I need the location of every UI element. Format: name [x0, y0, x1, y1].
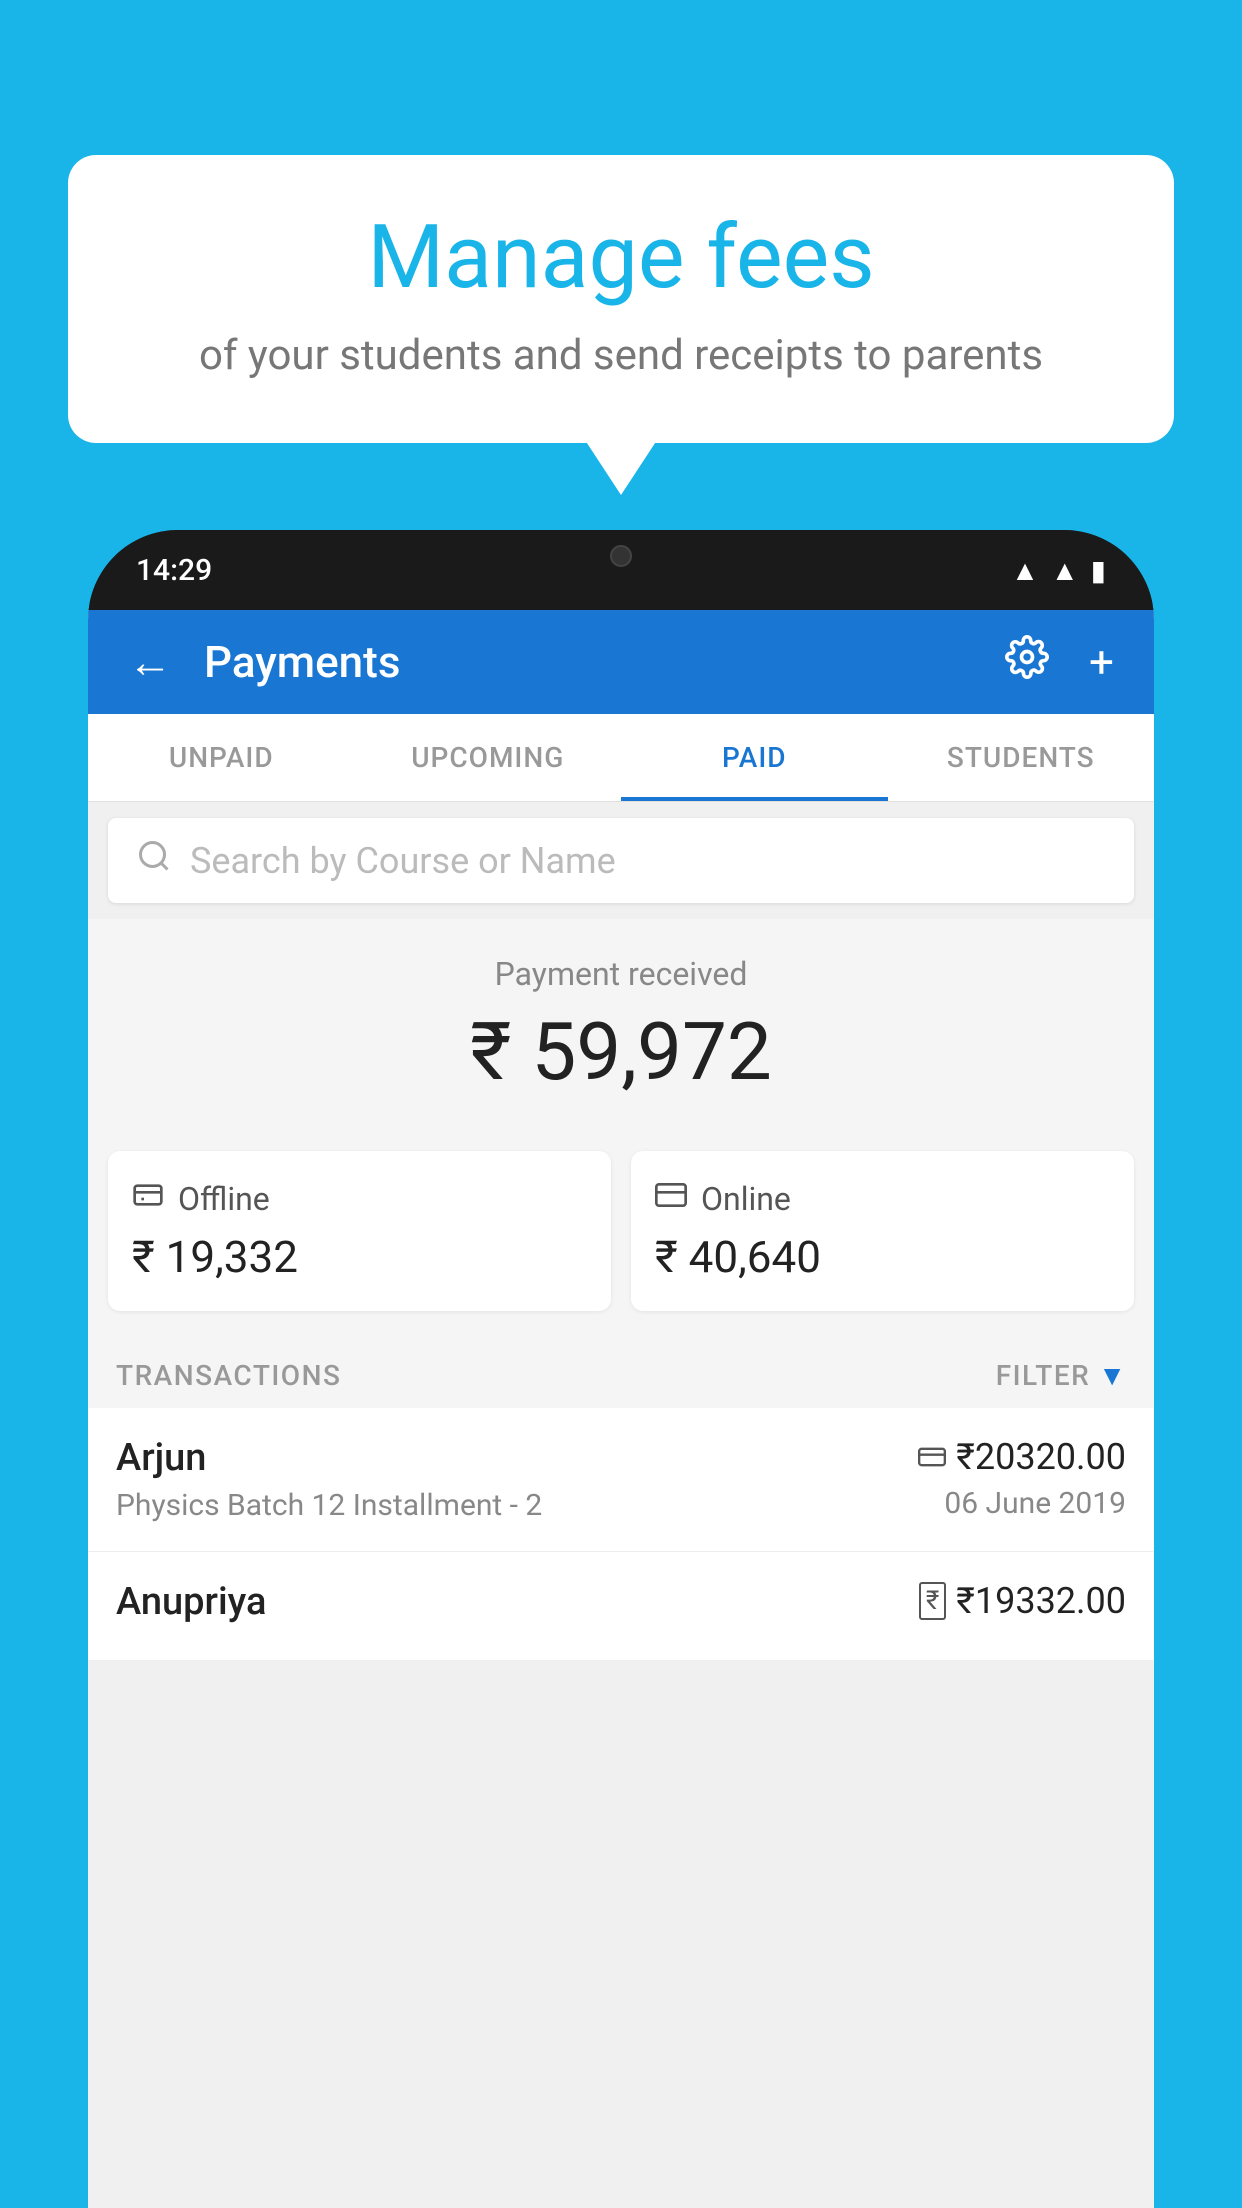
transaction-left: Anupriya — [116, 1580, 919, 1632]
battery-icon: ▮ — [1091, 554, 1106, 587]
speech-bubble-container: Manage fees of your students and send re… — [68, 155, 1174, 443]
tab-students[interactable]: STUDENTS — [888, 714, 1155, 801]
offline-payment-icon: ₹ — [919, 1582, 946, 1620]
online-icon — [655, 1179, 687, 1219]
transaction-detail: Physics Batch 12 Installment - 2 — [116, 1488, 918, 1523]
settings-button[interactable] — [997, 627, 1057, 698]
transactions-header: TRANSACTIONS FILTER ▼ — [88, 1335, 1154, 1408]
offline-label: Offline — [178, 1180, 270, 1218]
online-amount: ₹ 40,640 — [655, 1231, 1110, 1283]
offline-icon — [132, 1179, 164, 1219]
speech-bubble: Manage fees of your students and send re… — [68, 155, 1174, 443]
status-time: 14:29 — [136, 553, 212, 588]
tab-paid[interactable]: PAID — [621, 714, 888, 801]
online-card-header: Online — [655, 1179, 1110, 1219]
bubble-title: Manage fees — [128, 210, 1114, 307]
transaction-amount: ₹ ₹19332.00 — [919, 1580, 1126, 1622]
payment-type-icon — [918, 1441, 946, 1474]
offline-card: Offline ₹ 19,332 — [108, 1151, 611, 1311]
wifi-icon: ▲ — [1011, 554, 1039, 587]
transaction-date: 06 June 2019 — [918, 1486, 1126, 1521]
transaction-name: Arjun — [116, 1436, 918, 1480]
transaction-right: ₹20320.00 06 June 2019 — [918, 1436, 1126, 1521]
transaction-row[interactable]: Anupriya ₹ ₹19332.00 — [88, 1552, 1154, 1661]
tabs-container: UNPAID UPCOMING PAID STUDENTS — [88, 714, 1154, 802]
offline-amount: ₹ 19,332 — [132, 1231, 587, 1283]
payment-received-section: Payment received ₹ 59,972 — [88, 919, 1154, 1127]
search-placeholder: Search by Course or Name — [190, 840, 616, 882]
transaction-row[interactable]: Arjun Physics Batch 12 Installment - 2 ₹… — [88, 1408, 1154, 1552]
online-label: Online — [701, 1180, 791, 1218]
transaction-right: ₹ ₹19332.00 — [919, 1580, 1126, 1630]
app-title: Payments — [204, 636, 973, 688]
transaction-name: Anupriya — [116, 1580, 919, 1624]
online-card: Online ₹ 40,640 — [631, 1151, 1134, 1311]
tab-unpaid[interactable]: UNPAID — [88, 714, 355, 801]
payment-received-amount: ₹ 59,972 — [108, 1005, 1134, 1099]
back-button[interactable]: ← — [120, 628, 180, 696]
filter-label: FILTER — [996, 1359, 1091, 1392]
offline-card-header: Offline — [132, 1179, 587, 1219]
payment-received-label: Payment received — [108, 955, 1134, 993]
transaction-left: Arjun Physics Batch 12 Installment - 2 — [116, 1436, 918, 1523]
app-bar: ← Payments + — [88, 610, 1154, 714]
phone-screen: ← Payments + UNPAID UPCOMING PAID STU — [88, 610, 1154, 2208]
camera — [610, 545, 632, 567]
phone-notch — [541, 530, 701, 582]
status-icons: ▲ ▲ ▮ — [1011, 554, 1106, 587]
payment-cards-row: Offline ₹ 19,332 Online ₹ 40,640 — [88, 1127, 1154, 1335]
add-button[interactable]: + — [1081, 628, 1122, 696]
status-bar: 14:29 ▲ ▲ ▮ — [88, 530, 1154, 610]
tab-upcoming[interactable]: UPCOMING — [355, 714, 622, 801]
transactions-label: TRANSACTIONS — [116, 1359, 341, 1392]
signal-icon: ▲ — [1051, 554, 1079, 587]
filter-section[interactable]: FILTER ▼ — [996, 1359, 1126, 1392]
search-icon — [136, 838, 172, 883]
bubble-subtitle: of your students and send receipts to pa… — [128, 329, 1114, 384]
search-bar[interactable]: Search by Course or Name — [108, 818, 1134, 903]
transaction-amount: ₹20320.00 — [918, 1436, 1126, 1478]
phone-frame: 14:29 ▲ ▲ ▮ ← Payments + UNPAID — [88, 530, 1154, 2208]
filter-icon: ▼ — [1098, 1359, 1126, 1392]
